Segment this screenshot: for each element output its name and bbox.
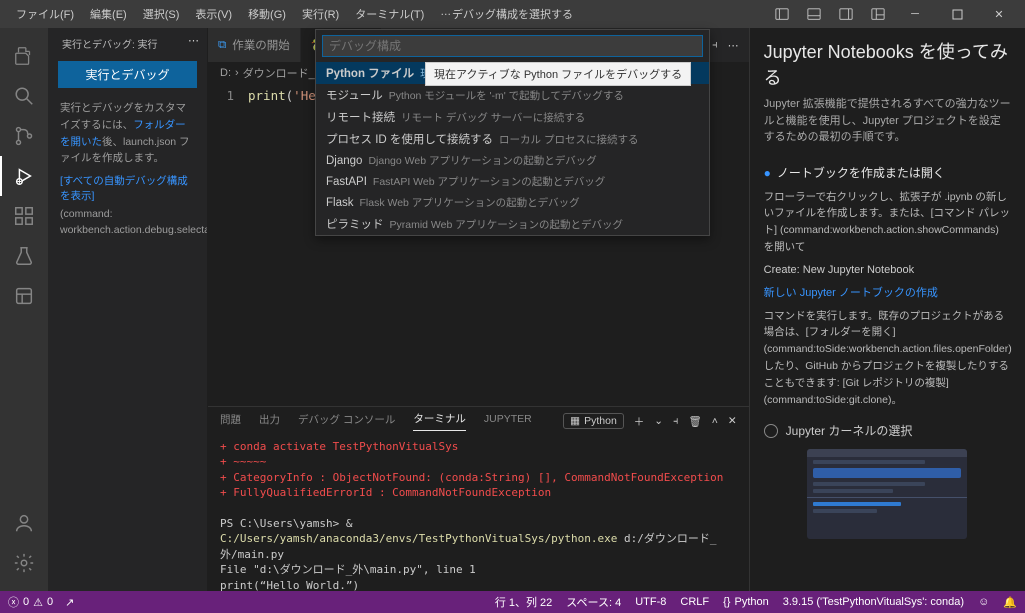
menu-run[interactable]: 実行(R) [294, 2, 347, 26]
layout-panel-right-icon[interactable] [835, 3, 857, 25]
terminal-body[interactable]: + conda activate TestPythonVitualSys+ ~~… [208, 435, 749, 591]
quickpick-input[interactable] [322, 35, 703, 57]
status-errors[interactable]: ⓧ0⚠0 [8, 594, 53, 610]
source-control-icon[interactable] [0, 116, 48, 156]
status-indent[interactable]: スペース: 4 [566, 594, 621, 610]
panel-tab-problems[interactable]: 問題 [220, 412, 241, 431]
sidebar-help-text: 実行とデバッグをカスタマイズするには、フォルダーを開いた後、launch.jso… [54, 96, 201, 171]
accounts-icon[interactable] [0, 503, 48, 543]
brackets-icon: {} [723, 596, 730, 608]
walkthrough-preview-image [807, 449, 967, 539]
panel-close-icon[interactable]: ✕ [728, 415, 737, 427]
status-interpreter[interactable]: 3.9.15 ('TestPythonVitualSys': conda) [783, 596, 964, 608]
error-icon: ⓧ [8, 594, 19, 610]
status-notifications-icon[interactable]: 🔔 [1003, 596, 1017, 609]
panel-tabs: 問題 出力 デバッグ コンソール ターミナル JUPYTER ▦Python ＋… [208, 407, 749, 435]
menu-bar: ファイル(F) 編集(E) 選択(S) 表示(V) 移動(G) 実行(R) ター… [8, 2, 459, 26]
walkthrough-panel: Jupyter Notebooks を使ってみる Jupyter 拡張機能で提供… [749, 28, 1025, 591]
status-cursor[interactable]: 行 1、列 22 [495, 594, 552, 610]
minimize-button[interactable]: ─ [897, 0, 933, 28]
run-debug-icon[interactable] [0, 156, 48, 196]
walkthrough-command: Create: New Jupyter Notebook [764, 264, 1011, 276]
menu-view[interactable]: 表示(V) [187, 2, 240, 26]
settings-icon[interactable] [0, 543, 48, 583]
terminal-line: + CategoryInfo : ObjectNotFound: (conda:… [220, 470, 737, 485]
panel-tab-debugconsole[interactable]: デバッグ コンソール [298, 412, 395, 431]
sidebar-title: 実行とデバッグ: 実行 [54, 34, 201, 53]
maximize-button[interactable] [939, 0, 975, 28]
kernel-select-step[interactable]: Jupyter カーネルの選択 [764, 422, 1011, 439]
radio-icon [764, 424, 778, 438]
close-button[interactable]: ✕ [981, 0, 1017, 28]
terminal-line: File "d:\ダウンロード_外\main.py", line 1 [220, 562, 737, 577]
split-terminal-icon[interactable]: ⫞ [673, 415, 678, 428]
layout-customize-icon[interactable] [867, 3, 889, 25]
quickpick-tooltip: 現在アクティブな Python ファイルをデバッグする [425, 62, 691, 86]
activity-bar [0, 28, 48, 591]
bottom-panel: 問題 出力 デバッグ コンソール ターミナル JUPYTER ▦Python ＋… [208, 406, 749, 591]
status-feedback-icon[interactable]: ☺ [978, 596, 989, 608]
walkthrough-subtitle: ●ノートブックを作成または開く [764, 164, 1011, 181]
walkthrough-step2: コマンドを実行します。既存のプロジェクトがある場合は、[フォルダーを開く] (c… [764, 308, 1011, 409]
quickpick-item[interactable]: DjangoDjango Web アプリケーションの起動とデバッグ [316, 150, 709, 171]
window-title: デバッグ構成を選択する [452, 6, 573, 22]
walkthrough-step1: フローラーで右クリックし、拡張子が .ipynb の新しいファイルを作成します。… [764, 189, 1011, 256]
titlebar: ファイル(F) 編集(E) 選択(S) 表示(V) 移動(G) 実行(R) ター… [0, 0, 1025, 28]
terminal-line: PS C:\Users\yamsh> & C:/Users/yamsh/anac… [220, 516, 737, 562]
quickpick-item[interactable]: モジュールPython モジュールを '-m' で起動してデバッグする [316, 84, 709, 106]
panel-tab-terminal[interactable]: ターミナル [413, 411, 466, 431]
status-encoding[interactable]: UTF-8 [635, 596, 666, 608]
layout-panel-left-icon[interactable] [771, 3, 793, 25]
tab-welcome[interactable]: ⧉ 作業の開始 [208, 28, 301, 62]
run-and-debug-button[interactable]: 実行とデバッグ [58, 61, 197, 88]
testing-icon[interactable] [0, 236, 48, 276]
status-language[interactable]: {}Python [723, 596, 769, 608]
sidebar-command-desc: (command: workbench.action.debug.selecta… [54, 205, 201, 241]
layout-panel-bottom-icon[interactable] [803, 3, 825, 25]
status-eol[interactable]: CRLF [680, 596, 709, 608]
panel-tab-output[interactable]: 出力 [259, 412, 280, 431]
kill-terminal-icon[interactable]: 🗑 [688, 415, 701, 428]
search-icon[interactable] [0, 76, 48, 116]
quickpick-item[interactable]: リモート接続リモート デバッグ サーバーに接続する [316, 106, 709, 128]
terminal-line: + FullyQualifiedErrorId : CommandNotFoun… [220, 485, 737, 500]
new-terminal-icon[interactable]: ＋ [634, 414, 645, 429]
jupyter-variables-icon[interactable] [0, 276, 48, 316]
menu-file[interactable]: ファイル(F) [8, 2, 82, 26]
tab-label: 作業の開始 [232, 37, 290, 53]
menu-terminal[interactable]: ターミナル(T) [347, 2, 432, 26]
menu-edit[interactable]: 編集(E) [82, 2, 135, 26]
quickpick-item[interactable]: ピラミッドPyramid Web アプリケーションの起動とデバッグ [316, 213, 709, 235]
debug-config-quickpick: Python ファイル現在アクティブな Python ファイルをデバッグするモジ… [315, 29, 710, 236]
line-number: 1 [208, 88, 248, 402]
panel-tab-jupyter[interactable]: JUPYTER [484, 413, 532, 429]
status-bar: ⓧ0⚠0 ↗ 行 1、列 22 スペース: 4 UTF-8 CRLF {}Pyt… [0, 591, 1025, 613]
walkthrough-desc: Jupyter 拡張機能で提供されるすべての強力なツールと機能を使用し、Jupy… [764, 96, 1011, 146]
broadcast-icon: ↗ [65, 596, 74, 609]
panel-maximize-icon[interactable]: ˄ [712, 415, 718, 427]
warning-icon: ⚠ [33, 596, 43, 609]
terminal-line [220, 501, 737, 516]
terminal-dropdown-icon[interactable]: ⌄ [654, 415, 663, 427]
split-editor-icon[interactable]: ⫞ [712, 39, 718, 52]
menu-selection[interactable]: 選択(S) [135, 2, 188, 26]
terminal-line: print(“Hello World.”) [220, 578, 737, 591]
explorer-icon[interactable] [0, 36, 48, 76]
terminal-line: + conda activate TestPythonVitualSys [220, 439, 737, 454]
run-debug-sidebar: 実行とデバッグ: 実行 ⋯ 実行とデバッグ 実行とデバッグをカスタマイズするには… [48, 28, 208, 591]
editor-more-icon[interactable]: ⋯ [728, 39, 739, 52]
menu-go[interactable]: 移動(G) [240, 2, 294, 26]
terminal-line: + ~~~~~ [220, 454, 737, 469]
quickpick-item[interactable]: プロセス ID を使用して接続するローカル プロセスに接続する [316, 128, 709, 150]
extensions-icon[interactable] [0, 196, 48, 236]
terminal-kind[interactable]: ▦Python [563, 413, 624, 429]
sidebar-more-icon[interactable]: ⋯ [188, 34, 199, 47]
quickpick-item[interactable]: FastAPIFastAPI Web アプリケーションの起動とデバッグ [316, 171, 709, 192]
walkthrough-title: Jupyter Notebooks を使ってみる [764, 38, 1011, 90]
quickpick-item[interactable]: FlaskFlask Web アプリケーションの起動とデバッグ [316, 192, 709, 213]
create-notebook-link[interactable]: 新しい Jupyter ノートブックの作成 [764, 284, 1011, 300]
show-all-debug-configs-link[interactable]: [すべての自動デバッグ構成を表示] [54, 171, 201, 205]
vscode-icon: ⧉ [218, 39, 226, 52]
status-live-share[interactable]: ↗ [65, 596, 74, 609]
